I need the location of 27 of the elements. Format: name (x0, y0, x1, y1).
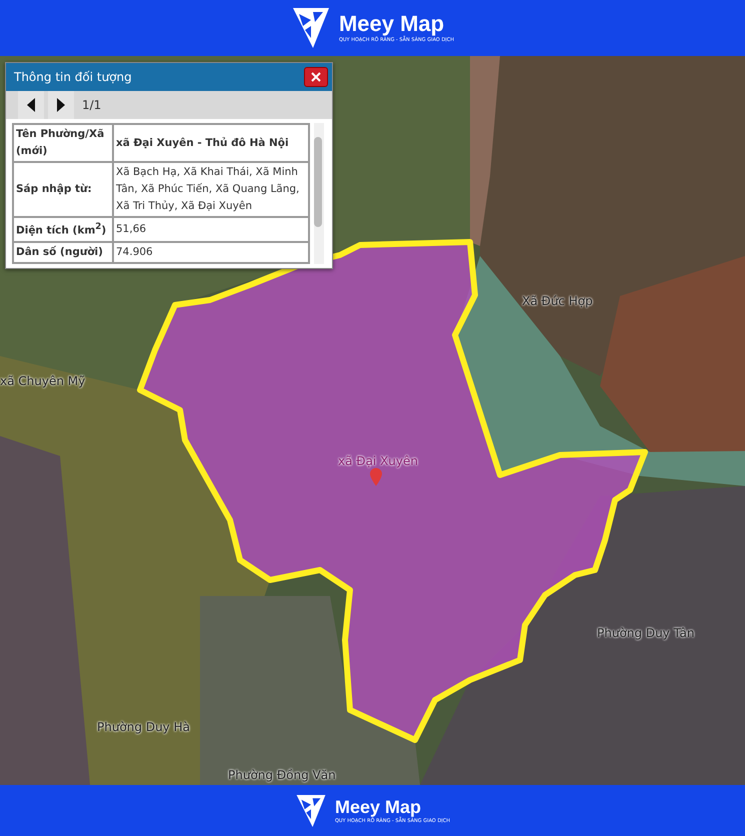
left-triangle-icon (27, 98, 35, 112)
attribute-label: Diện tích (km$^{2}$) (13, 217, 113, 242)
close-button[interactable] (304, 67, 328, 87)
attribute-value: Xã Bạch Hạ, Xã Khai Thái, Xã Minh Tân, Xã Phúc Tiến, Xã Quang Lãng, Xã Tri Thủy, Xã Đại Xuyên (113, 162, 309, 217)
logo-icon (290, 6, 331, 50)
attribute-label: Tên Phường/Xã (mới) (13, 124, 113, 162)
popup-title: Thông tin đối tượng (14, 70, 132, 84)
attribute-value: 51,66 (113, 217, 309, 242)
place-label: Phường Đồng Văn (228, 768, 336, 782)
place-label: xã Chuyên Mỹ (0, 374, 86, 388)
page-counter: 1/1 (82, 98, 102, 112)
scrollbar[interactable] (314, 123, 324, 264)
attribute-label: Dân số (người) (13, 242, 113, 262)
next-button[interactable] (48, 91, 74, 119)
place-label: Xã Đức Hợp (522, 294, 593, 308)
close-icon (311, 72, 321, 82)
attribute-label: Sáp nhập từ: (13, 162, 113, 217)
brand-name: Meey Map (338, 12, 446, 36)
right-triangle-icon (57, 98, 65, 112)
place-label: Phường Duy Tân (597, 626, 694, 640)
brand-name: Meey Map (334, 796, 422, 816)
area-label: xã Đại Xuyên (338, 454, 418, 468)
logo-icon (294, 792, 327, 828)
attribute-value: 74.906 (113, 242, 309, 262)
place-label: Phường Duy Hà (97, 720, 190, 734)
attribute-value: xã Đại Xuyên - Thủ đô Hà Nội (113, 124, 309, 162)
previous-button[interactable] (18, 91, 44, 119)
